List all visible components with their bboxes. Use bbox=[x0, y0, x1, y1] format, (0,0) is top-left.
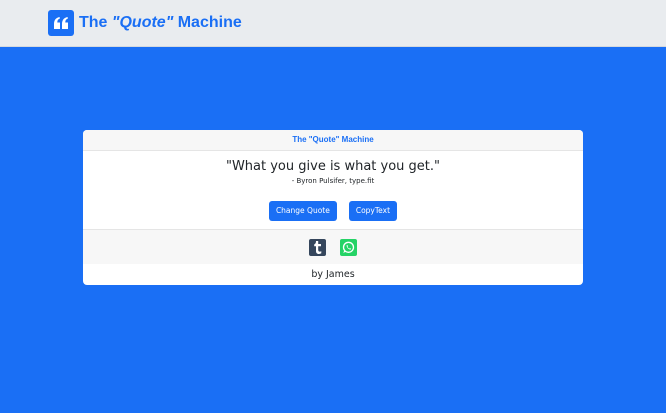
quote-author: - Byron Pulsifer, type.fit bbox=[291, 177, 375, 185]
quote-left-icon bbox=[48, 10, 74, 36]
change-quote-button[interactable]: Change Quote bbox=[268, 201, 337, 221]
share-row bbox=[83, 229, 583, 264]
whatsapp-share-button[interactable] bbox=[340, 238, 357, 256]
brand-title: The "Quote" Machine bbox=[79, 14, 242, 32]
brand-prefix: The bbox=[79, 14, 112, 31]
whatsapp-icon bbox=[342, 241, 355, 253]
copy-text-button[interactable]: CopyText bbox=[348, 201, 398, 221]
brand-link[interactable]: The "Quote" Machine bbox=[48, 9, 242, 37]
footer-credit: by James bbox=[311, 269, 355, 280]
quote-text: "What you give is what you get." bbox=[225, 159, 441, 174]
tumblr-icon bbox=[314, 240, 322, 254]
brand-suffix: Machine bbox=[173, 14, 242, 31]
tumblr-share-button[interactable] bbox=[309, 238, 326, 256]
button-row: Change Quote CopyText bbox=[83, 201, 583, 221]
card-header: The "Quote" Machine bbox=[83, 130, 583, 151]
navbar: The "Quote" Machine bbox=[0, 0, 666, 47]
quote-box: The "Quote" Machine "What you give is wh… bbox=[83, 130, 583, 285]
brand-emphasis: "Quote" bbox=[111, 14, 174, 31]
